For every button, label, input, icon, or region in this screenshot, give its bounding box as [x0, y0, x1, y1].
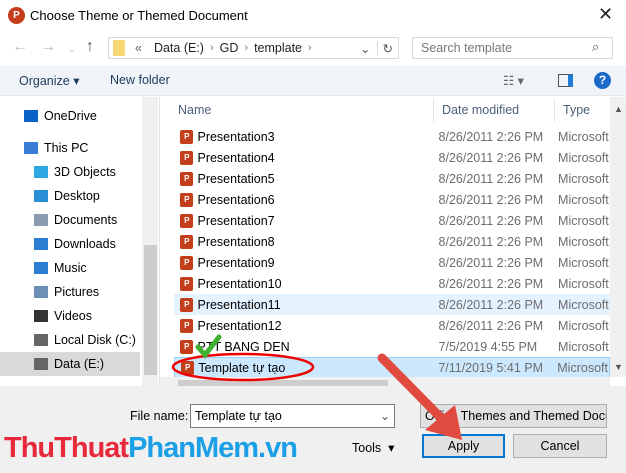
arrow-annotation [377, 353, 450, 427]
check-icon [195, 334, 222, 359]
watermark: ThuThuatPhanMem.vn [4, 432, 298, 464]
annotation-overlay [171, 334, 462, 440]
highlight-ellipse [171, 352, 315, 382]
